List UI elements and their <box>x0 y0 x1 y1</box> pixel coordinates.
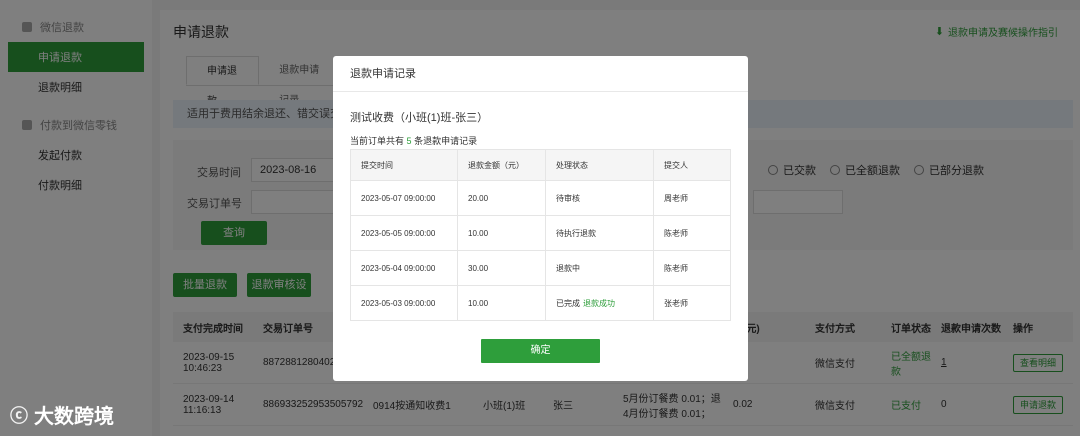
cell-amount: 30.00 <box>457 250 546 286</box>
records-header-row: 提交时间 退款金额（元） 处理状态 提交人 <box>350 149 731 181</box>
cell-time: 2023-05-05 09:00:00 <box>350 215 458 251</box>
cell-user: 陈老师 <box>653 215 731 251</box>
confirm-button[interactable]: 确定 <box>481 339 600 363</box>
watermark-text: 大数跨境 <box>34 406 114 428</box>
status-text: 已完成 <box>556 298 580 308</box>
count-value: 5 <box>406 136 412 146</box>
cell-time: 2023-05-03 09:00:00 <box>350 285 458 321</box>
record-count: 当前订单共有 5 条退款申请记录 <box>350 134 477 147</box>
refund-records-modal: 退款申请记录 测试收费（小班(1)班-张三） 当前订单共有 5 条退款申请记录 … <box>333 56 748 381</box>
modal-subtitle: 测试收费（小班(1)班-张三） <box>350 112 489 124</box>
col-header: 退款金额（元） <box>457 149 546 181</box>
cell-time: 2023-05-07 09:00:00 <box>350 180 458 216</box>
cell-amount: 10.00 <box>457 285 546 321</box>
status-text: 退款中 <box>556 263 580 273</box>
modal-title: 退款申请记录 <box>333 56 748 92</box>
records-table: 提交时间 退款金额（元） 处理状态 提交人 2023-05-07 09:00:0… <box>350 149 731 321</box>
count-suffix: 条退款申请记录 <box>414 136 478 146</box>
cell-status: 待审核 <box>545 180 654 216</box>
count-prefix: 当前订单共有 <box>350 136 405 146</box>
table-row: 2023-05-05 09:00:00 10.00 待执行退款 陈老师 <box>350 215 731 251</box>
col-header: 处理状态 <box>545 149 654 181</box>
cell-user: 周老师 <box>653 180 731 216</box>
cell-status: 退款中 <box>545 250 654 286</box>
cell-time: 2023-05-04 09:00:00 <box>350 250 458 286</box>
cell-amount: 10.00 <box>457 215 546 251</box>
cell-user: 张老师 <box>653 285 731 321</box>
status-text: 待审核 <box>556 193 580 203</box>
col-header: 提交人 <box>653 149 731 181</box>
cell-status: 已完成 退款成功 <box>545 285 654 321</box>
col-header: 提交时间 <box>350 149 458 181</box>
status-extra: 退款成功 <box>583 298 615 308</box>
watermark: ⓒ 大数跨境 <box>10 400 114 429</box>
table-row: 2023-05-03 09:00:00 10.00 已完成 退款成功 张老师 <box>350 285 731 321</box>
brand-logo-icon: ⓒ <box>10 405 28 426</box>
table-row: 2023-05-07 09:00:00 20.00 待审核 周老师 <box>350 180 731 216</box>
cell-user: 陈老师 <box>653 250 731 286</box>
cell-status: 待执行退款 <box>545 215 654 251</box>
status-text: 待执行退款 <box>556 228 596 238</box>
table-row: 2023-05-04 09:00:00 30.00 退款中 陈老师 <box>350 250 731 286</box>
cell-amount: 20.00 <box>457 180 546 216</box>
